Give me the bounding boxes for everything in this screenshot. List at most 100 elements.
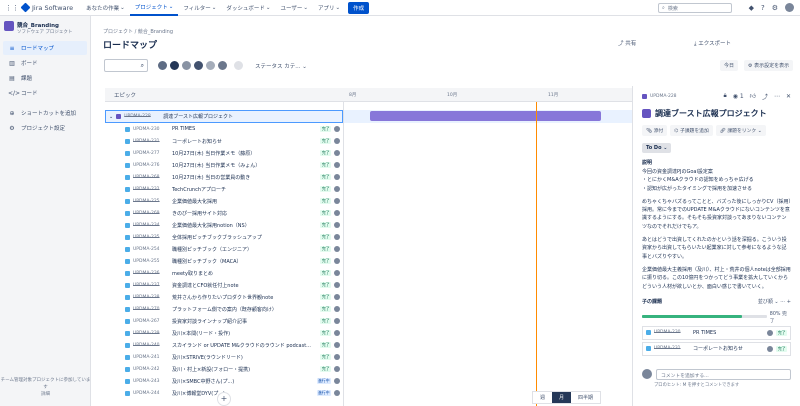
task-icon — [125, 366, 130, 372]
table-row[interactable]: UPDMA-241 及川×STRIVE(ラウンドリード) 完了 — [105, 351, 343, 363]
status-dropdown[interactable]: To Do ⌄ — [642, 143, 672, 153]
task-icon — [646, 346, 651, 352]
table-row[interactable]: UPDMA-267 投資家対談ラインナップ紹介記事 完了 — [105, 315, 343, 327]
avatar[interactable] — [217, 60, 228, 71]
table-row[interactable]: UPDMA-270 プラットフォーム側での案内（既存顧客向け） 完了 — [105, 303, 343, 315]
app-switcher-icon[interactable]: ⋮⋮ — [5, 4, 19, 12]
table-row[interactable]: UPDMA-225 企業価値最大化採用 完了 — [105, 195, 343, 207]
table-row[interactable]: UPDMA-235 全体採用ピッチブックブラッシュアップ 完了 — [105, 231, 343, 243]
help-icon[interactable]: ? — [761, 4, 765, 12]
share-button[interactable]: ⤴ 共有 — [618, 39, 636, 47]
nav-item-3[interactable]: ダッシュボード ⌄ — [221, 0, 275, 16]
status-badge: 完了 — [320, 222, 331, 228]
zoom-option[interactable]: 四半期 — [571, 392, 600, 403]
table-row[interactable]: UPDMA-240 スカイランド or UPDATE M&クラウドのラウンド po… — [105, 339, 343, 351]
learn-more-link[interactable]: 詳細 — [0, 391, 91, 398]
add-people-icon[interactable] — [233, 60, 244, 71]
share-icon[interactable]: ⤴ — [762, 92, 768, 101]
avatar[interactable] — [169, 60, 180, 71]
chevron-down-icon[interactable]: ⌄ — [109, 114, 113, 120]
sort-dropdown[interactable]: 並び順 ⌄ ⋯ + — [758, 298, 791, 305]
status-badge[interactable]: 完了 — [776, 329, 787, 336]
like-icon[interactable]: 👍︎ — [750, 92, 756, 100]
avatar[interactable] — [157, 60, 168, 71]
avatar[interactable] — [193, 60, 204, 71]
sidebar-item-2[interactable]: ▤ 課題 — [3, 71, 87, 85]
table-row[interactable]: UPDMA-231 コーポレートお知らせ 完了 — [105, 135, 343, 147]
attach-button[interactable]: 📎︎ 添付 — [642, 125, 668, 136]
zoom-option[interactable]: 週 — [533, 392, 552, 403]
table-row[interactable]: UPDMA-269 きのぴー採用サイト対応 完了 — [105, 207, 343, 219]
issue-key[interactable]: UPDMA-228 — [650, 94, 677, 99]
table-row[interactable]: UPDMA-234 企業価値最大化採用notion（NS） 完了 — [105, 219, 343, 231]
epic-column-header: エピック — [114, 92, 137, 99]
nav-item-1[interactable]: プロジェクト ⌄ — [129, 0, 179, 16]
table-row[interactable]: UPDMA-243 及川×SMBC中野さん(プ...) 進行中 — [105, 375, 343, 387]
zoom-option[interactable]: 月 — [552, 392, 572, 403]
avatar — [334, 330, 340, 336]
table-row[interactable]: UPDMA-268 10月27日(木) 当日の営業員の動き 完了 — [105, 171, 343, 183]
status-category-filter[interactable]: ステータス カテ... ⌄ — [255, 62, 307, 70]
task-icon — [125, 246, 130, 252]
nav-item-5[interactable]: アプリ ⌄ — [313, 0, 345, 16]
table-row[interactable]: UPDMA-254 職種別ピッチブック（エンジニア） 完了 — [105, 243, 343, 255]
issue-title[interactable]: 調達ブースト広報プロジェクト — [642, 108, 791, 119]
table-row[interactable]: UPDMA-236 meety取りまとめ 完了 — [105, 267, 343, 279]
description[interactable]: 今回の資金調達PJのGoal設定案 ・とにかくM&Aクラウドの認知をめっちゃ広げ… — [642, 168, 791, 291]
table-row[interactable]: UPDMA-232 TechCrunchアプローチ 完了 — [105, 183, 343, 195]
search-input[interactable]: ⌕ 検索 — [658, 3, 732, 13]
today-button[interactable]: 今日 — [720, 60, 739, 71]
sidebar-item-3[interactable]: </> コード — [3, 86, 87, 100]
notifications-icon[interactable]: ◆ — [749, 4, 754, 12]
sidebar-item-1[interactable]: ▥ ボード — [3, 56, 87, 70]
export-button[interactable]: ⤓ エクスポート — [694, 39, 731, 48]
watch-icon[interactable]: ◉ 1 — [733, 93, 744, 100]
sidebar-item-5[interactable]: ⚙ プロジェクト設定 — [3, 121, 87, 135]
epic-row[interactable]: ⌄ UPDMA-228 調達ブースト広報プロジェクト — [105, 110, 343, 123]
sidebar-item-0[interactable]: ≡ ロードマップ — [3, 41, 87, 55]
nav-item-4[interactable]: ユーザー ⌄ — [275, 0, 313, 16]
jira-logo[interactable]: ⋮⋮ Jira Software — [5, 2, 73, 13]
project-header[interactable]: 競合_Branding ソフトウェア プロジェクト — [0, 16, 90, 40]
lock-icon[interactable]: 🔒︎ — [723, 92, 726, 100]
close-icon[interactable]: ✕ — [786, 93, 791, 100]
add-child-issue-button[interactable]: ⌬ 子課題を追加 — [670, 125, 713, 136]
table-row[interactable]: UPDMA-242 及川・村上×新設(フォロー・提携) 完了 — [105, 363, 343, 375]
avatar — [334, 390, 340, 396]
nav-item-2[interactable]: フィルター ⌄ — [178, 0, 221, 16]
timeline-area[interactable] — [343, 102, 633, 406]
status-badge[interactable]: 完了 — [776, 345, 787, 352]
child-issue[interactable]: UPDMA-230 PR TIMES 完了 — [642, 325, 791, 340]
table-row[interactable]: UPDMA-255 職種別ピッチブック（MACA） 完了 — [105, 255, 343, 267]
more-icon[interactable]: ⋯ — [774, 93, 780, 100]
create-button[interactable]: 作成 — [348, 1, 370, 14]
table-row[interactable]: UPDMA-230 PR TIMES 完了 — [105, 123, 343, 135]
avatar — [334, 198, 340, 204]
table-row[interactable]: UPDMA-237 資金調達とCFO就任付上note 完了 — [105, 279, 343, 291]
table-row[interactable]: UPDMA-239 及川×本間(リード・投作) 完了 — [105, 327, 343, 339]
user-avatar[interactable] — [785, 3, 794, 12]
zoom-toggle[interactable]: 週月四半期 — [532, 391, 602, 404]
assignee-filter[interactable] — [157, 60, 244, 71]
nav-item-0[interactable]: あなたの作業 ⌄ — [81, 0, 130, 16]
comment-input[interactable]: コメントを追加する... — [656, 368, 791, 380]
sidebar-item-4[interactable]: ⊕ ショートカットを追加 — [3, 106, 87, 120]
epic-timeline-bar[interactable] — [370, 111, 601, 121]
chevron-down-icon: ⌄ — [335, 4, 341, 11]
chevron-down-icon: ⌄ — [120, 4, 125, 11]
status-badge: 完了 — [320, 342, 331, 348]
avatar — [334, 270, 340, 276]
status-badge: 完了 — [320, 354, 331, 360]
avatar[interactable] — [205, 60, 216, 71]
link-issue-button[interactable]: 🔗︎ 課題をリンク ⌄ — [715, 125, 766, 136]
view-settings-button[interactable]: ⚙ 表示設定を表示 — [744, 60, 794, 71]
add-issue-button[interactable]: + — [217, 392, 231, 406]
child-issue[interactable]: UPDMA-231 コーポレートお知らせ 完了 — [642, 341, 791, 356]
roadmap-search-input[interactable]: ⌕ — [104, 59, 148, 72]
table-row[interactable]: UPDMA-277 10月27日(木) 当日作業メモ（藤原） 完了 — [105, 147, 343, 159]
table-row[interactable]: UPDMA-238 荒井さんから作りたいプロダクト世界観note 完了 — [105, 291, 343, 303]
table-row[interactable]: UPDMA-276 10月27日(木) 当日作業メモ（みょん） 完了 — [105, 159, 343, 171]
breadcrumb[interactable]: プロジェクト / 競合_Branding — [103, 28, 173, 35]
settings-icon[interactable]: ⚙ — [772, 4, 778, 12]
avatar[interactable] — [181, 60, 192, 71]
